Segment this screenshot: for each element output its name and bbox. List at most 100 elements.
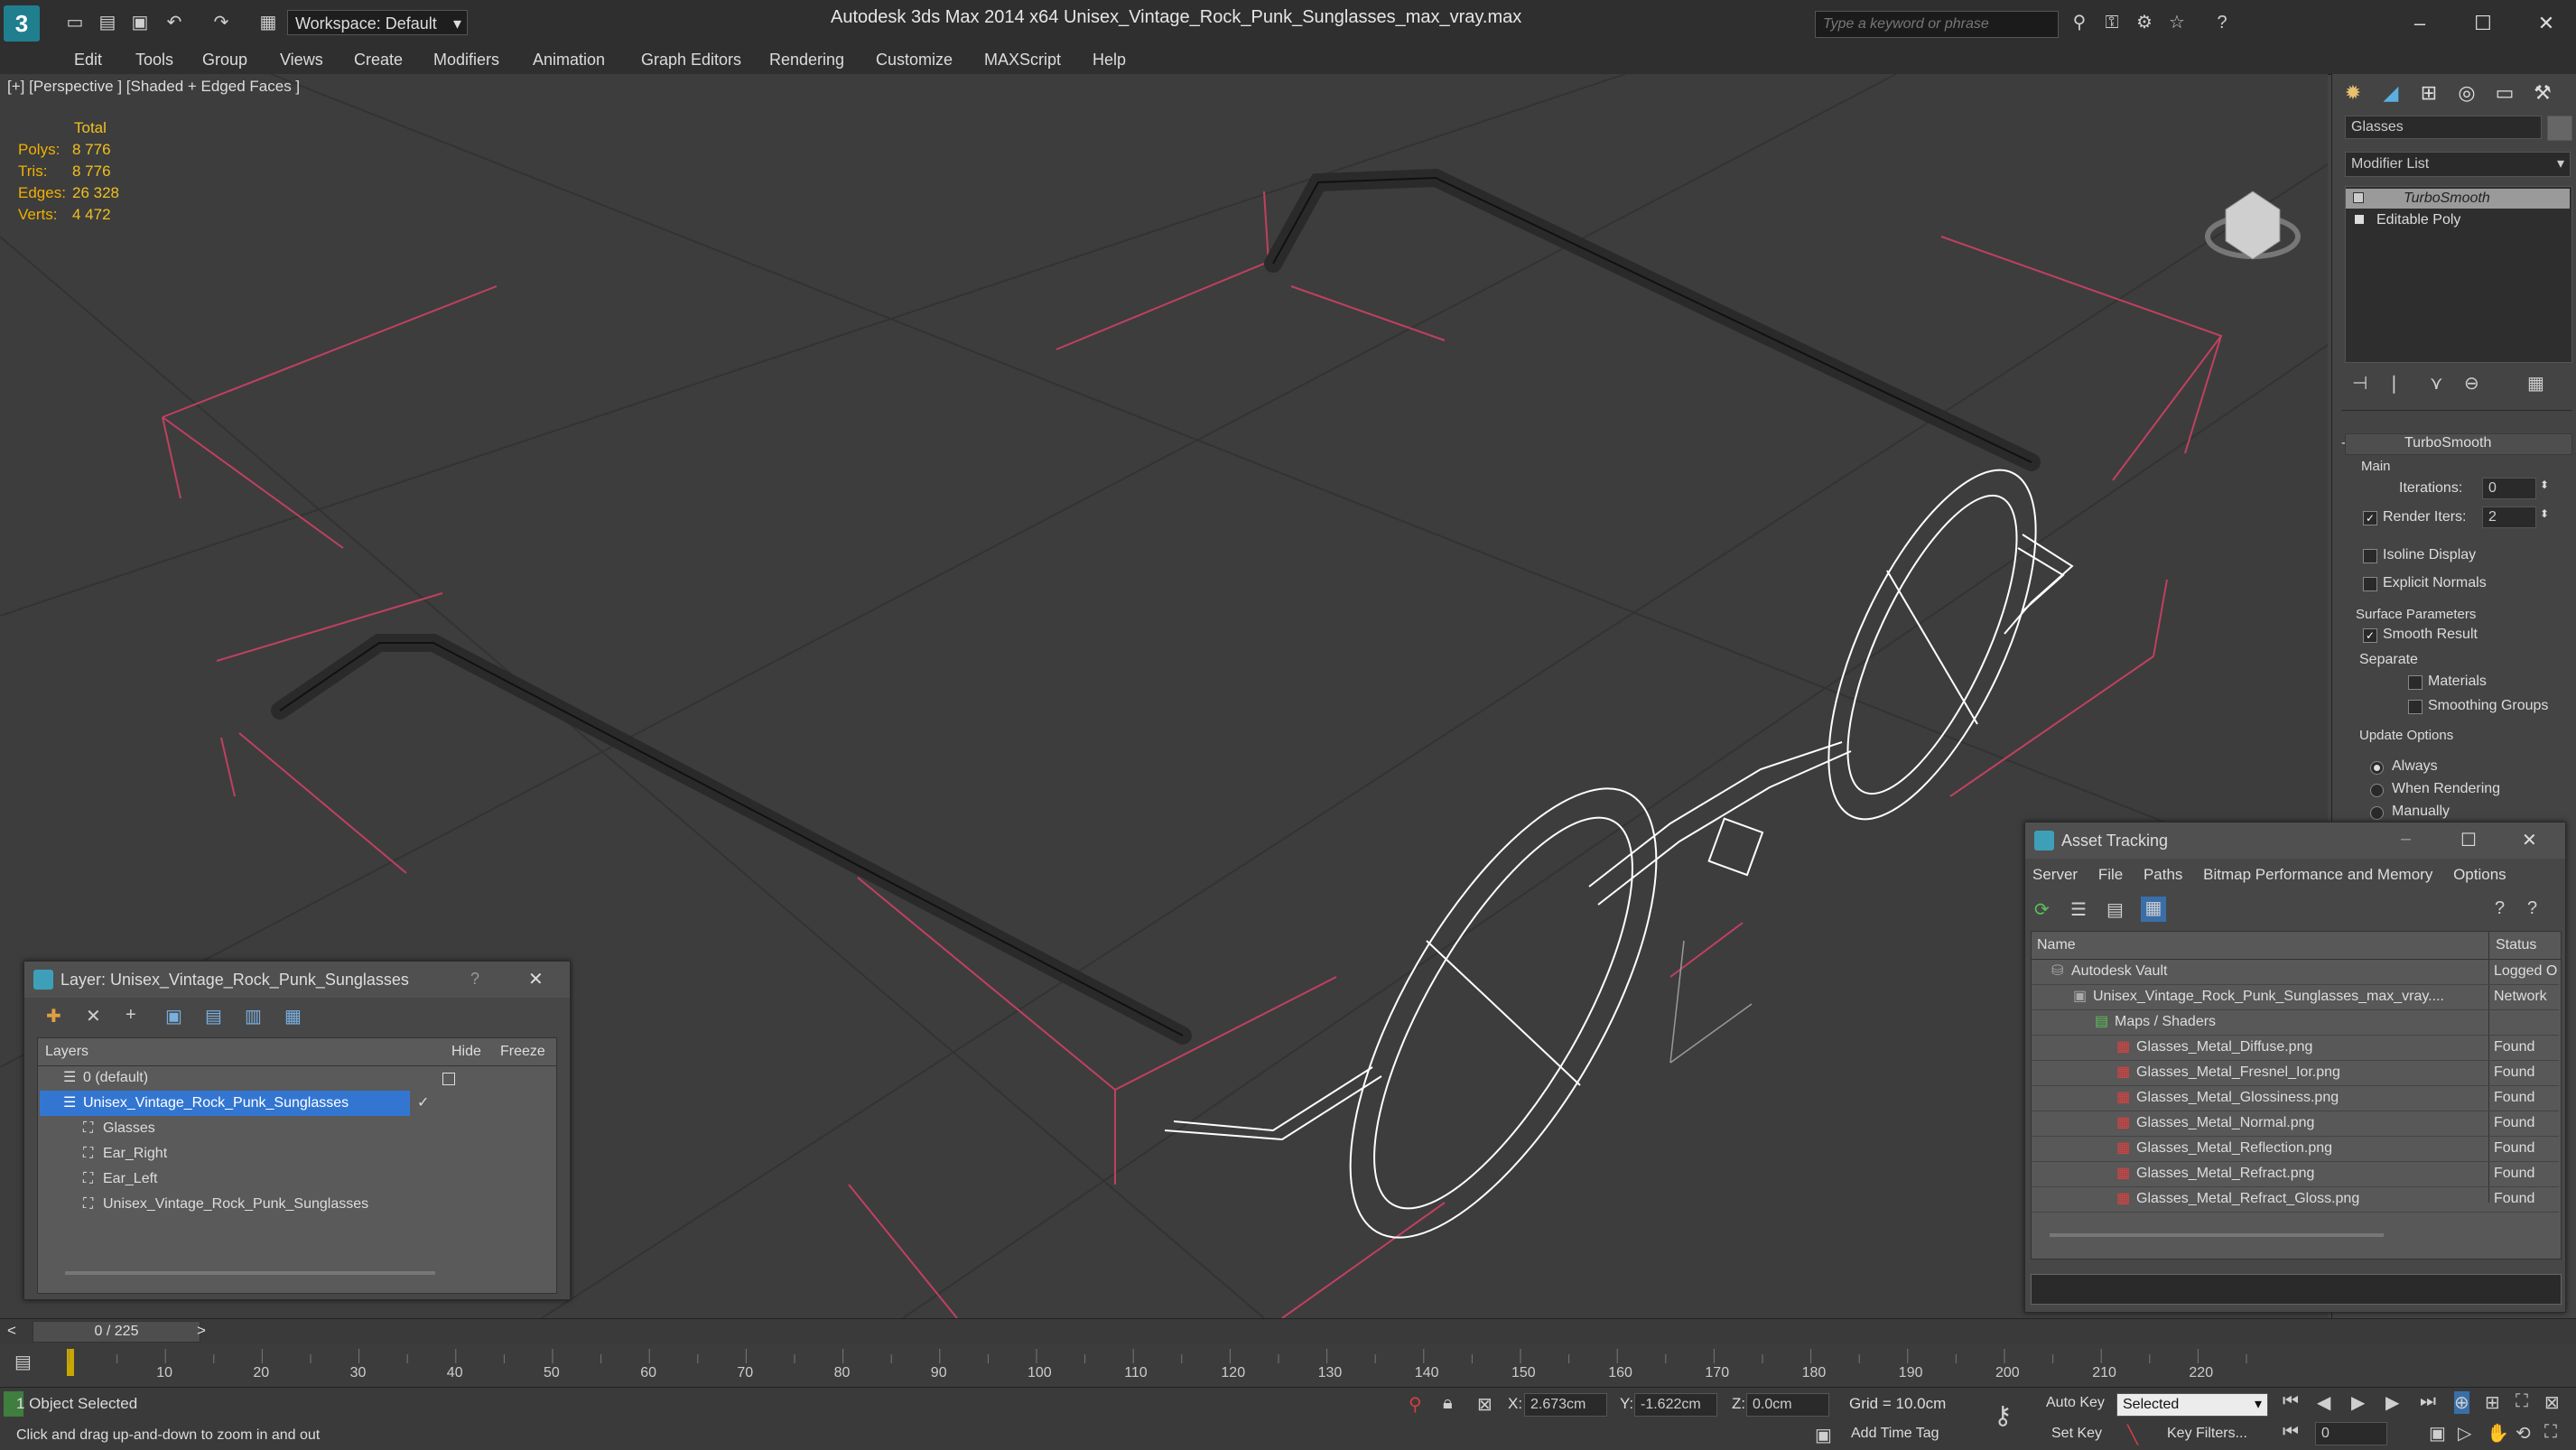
- time-prev-arrow-icon[interactable]: <: [7, 1322, 16, 1340]
- horizontal-scrollbar[interactable]: [65, 1271, 435, 1275]
- add-to-layer-icon[interactable]: +: [126, 1005, 136, 1026]
- menu-customize[interactable]: Customize: [876, 51, 953, 70]
- create-tab-icon[interactable]: ✹: [2336, 78, 2370, 108]
- new-file-icon[interactable]: ▭: [63, 11, 87, 34]
- always-radio[interactable]: [2370, 761, 2384, 775]
- time-tag-icon[interactable]: ▣: [1815, 1424, 1832, 1446]
- layer-dialog-titlebar[interactable]: Layer: Unisex_Vintage_Rock_Punk_Sunglass…: [24, 962, 570, 998]
- menu-animation[interactable]: Animation: [533, 51, 605, 70]
- asset-row[interactable]: ⛁ Autodesk Vault Logged O: [2032, 959, 2559, 985]
- display-tab-icon[interactable]: ▭: [2488, 78, 2522, 108]
- minimize-button[interactable]: –: [2401, 829, 2411, 850]
- refresh-icon[interactable]: ⟳: [2034, 898, 2050, 921]
- current-layer-checkbox[interactable]: [442, 1073, 455, 1085]
- field-of-view-icon[interactable]: ▷: [2458, 1422, 2471, 1445]
- asset-menu-options[interactable]: Options: [2453, 866, 2506, 883]
- menu-edit[interactable]: Edit: [74, 51, 102, 70]
- redo-icon[interactable]: ↷: [209, 11, 233, 34]
- mini-curve-editor-icon[interactable]: ▤: [14, 1351, 32, 1373]
- create-layer-icon[interactable]: ✚: [46, 1005, 61, 1027]
- communication-icon[interactable]: ⚙: [2133, 11, 2156, 34]
- stack-item-editable-poly[interactable]: Editable Poly: [2346, 210, 2570, 230]
- status-column-header[interactable]: Status: [2496, 937, 2536, 953]
- app-logo[interactable]: 3: [4, 5, 40, 42]
- utilities-tab-icon[interactable]: ⚒: [2525, 78, 2560, 108]
- manually-radio[interactable]: [2370, 806, 2384, 820]
- make-unique-icon[interactable]: ⋎: [2430, 372, 2443, 395]
- auto-key-button[interactable]: Auto Key: [2046, 1395, 2105, 1411]
- help-icon[interactable]: ?: [2527, 898, 2537, 919]
- layer-row[interactable]: ☰ 0 (default): [38, 1065, 556, 1091]
- maximize-button[interactable]: ☐: [2460, 829, 2477, 851]
- horizontal-scrollbar[interactable]: [2050, 1233, 2384, 1237]
- motion-tab-icon[interactable]: ◎: [2450, 78, 2484, 108]
- asset-path-field[interactable]: [2031, 1274, 2562, 1305]
- iterations-spinner[interactable]: 0: [2482, 478, 2536, 499]
- modify-tab-icon[interactable]: ◢: [2374, 78, 2408, 108]
- menu-views[interactable]: Views: [280, 51, 323, 70]
- layer-row[interactable]: ⛶ Glasses: [38, 1116, 556, 1141]
- menu-rendering[interactable]: Rendering: [769, 51, 844, 70]
- lock-selection-icon[interactable]: 🔒︎: [1443, 1393, 1453, 1414]
- asset-menu-file[interactable]: File: [2098, 866, 2123, 883]
- frame-counter[interactable]: 0 / 225: [33, 1321, 200, 1343]
- asset-row[interactable]: ▦ Glasses_Metal_Refract_Gloss.png Found: [2032, 1186, 2559, 1213]
- list-view-icon[interactable]: ☰: [2070, 898, 2087, 921]
- render-iters-spinner[interactable]: 2: [2482, 507, 2536, 528]
- lightbulb-icon[interactable]: [2353, 192, 2364, 203]
- asset-row[interactable]: ▦ Glasses_Metal_Glossiness.png Found: [2032, 1085, 2559, 1111]
- smoothing-groups-checkbox[interactable]: [2408, 700, 2423, 714]
- select-objects-icon[interactable]: ▣: [165, 1005, 182, 1027]
- z-coordinate-field[interactable]: 0.0cm: [1746, 1393, 1829, 1417]
- show-end-result-icon[interactable]: ❘: [2386, 372, 2402, 395]
- previous-frame-icon[interactable]: ◀: [2317, 1391, 2330, 1414]
- freeze-column-header[interactable]: Freeze: [500, 1044, 545, 1060]
- asset-menu-bitmap[interactable]: Bitmap Performance and Memory: [2203, 866, 2432, 883]
- undo-icon[interactable]: ↶: [163, 11, 186, 34]
- asset-row[interactable]: ▦ Glasses_Metal_Refract.png Found: [2032, 1161, 2559, 1187]
- next-frame-icon[interactable]: ▶: [2385, 1391, 2399, 1414]
- layer-row-selected[interactable]: ☰ Unisex_Vintage_Rock_Punk_Sunglasses: [40, 1091, 410, 1116]
- open-file-icon[interactable]: ▤: [96, 11, 119, 34]
- configure-modifier-sets-icon[interactable]: ▦: [2527, 372, 2544, 395]
- zoom-icon[interactable]: ⊕: [2454, 1391, 2469, 1414]
- menu-modifiers[interactable]: Modifiers: [433, 51, 499, 70]
- zoom-extents-all-icon[interactable]: ⊠: [2544, 1391, 2560, 1414]
- layer-row[interactable]: ⛶ Ear_Right: [38, 1141, 556, 1167]
- zoom-extents-icon[interactable]: ⛶: [2516, 1391, 2528, 1412]
- time-next-arrow-icon[interactable]: >: [197, 1322, 206, 1340]
- goto-start-icon[interactable]: ⏮: [2283, 1391, 2299, 1412]
- key-mode-icon[interactable]: ⏮: [2283, 1422, 2299, 1443]
- key-icon[interactable]: ⚷: [1994, 1400, 2013, 1430]
- asset-menu-server[interactable]: Server: [2032, 866, 2078, 883]
- y-coordinate-field[interactable]: -1.622cm: [1634, 1393, 1717, 1417]
- asset-row[interactable]: ▦ Glasses_Metal_Fresnel_Ior.png Found: [2032, 1060, 2559, 1086]
- menu-group[interactable]: Group: [202, 51, 247, 70]
- menu-maxscript[interactable]: MAXScript: [984, 51, 1061, 70]
- isoline-display-checkbox[interactable]: [2363, 549, 2377, 563]
- favorites-star-icon[interactable]: ☆: [2165, 11, 2189, 34]
- close-button[interactable]: ✕: [528, 968, 544, 990]
- highlight-layer-icon[interactable]: ▤: [205, 1005, 222, 1027]
- name-column-header[interactable]: Name: [2037, 937, 2076, 953]
- menu-graph-editors[interactable]: Graph Editors: [641, 51, 741, 70]
- add-time-tag-button[interactable]: Add Time Tag: [1851, 1426, 1939, 1442]
- layers-column-header[interactable]: Layers: [45, 1044, 88, 1060]
- freeze-all-layers-icon[interactable]: ▦: [284, 1005, 302, 1027]
- asset-row[interactable]: ▦ Glasses_Metal_Diffuse.png Found: [2032, 1035, 2559, 1061]
- tree-view-icon[interactable]: ▤: [2106, 898, 2124, 921]
- play-icon[interactable]: ▶: [2351, 1391, 2365, 1414]
- object-color-swatch[interactable]: [2547, 116, 2572, 141]
- hide-all-layers-icon[interactable]: ▥: [245, 1005, 262, 1027]
- isolate-selection-icon[interactable]: ⚲: [1409, 1393, 1422, 1416]
- save-file-icon[interactable]: ▣: [128, 11, 152, 34]
- menu-create[interactable]: Create: [354, 51, 403, 70]
- subscription-icon[interactable]: ⚿: [2100, 11, 2124, 34]
- asset-menu-paths[interactable]: Paths: [2144, 866, 2182, 883]
- close-button[interactable]: ✕: [2522, 829, 2537, 851]
- absolute-mode-icon[interactable]: ⊠: [1477, 1393, 1493, 1416]
- workspace-dropdown[interactable]: Workspace: Default ▾: [287, 10, 468, 35]
- layer-row[interactable]: ⛶ Ear_Left: [38, 1167, 556, 1192]
- minimize-button[interactable]: –: [2402, 5, 2438, 42]
- search-input[interactable]: Type a keyword or phrase: [1815, 11, 2059, 38]
